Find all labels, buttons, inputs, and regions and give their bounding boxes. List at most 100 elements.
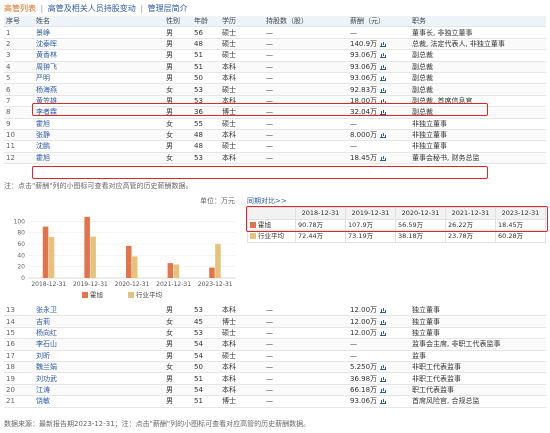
- cell-name[interactable]: 刘昕: [34, 350, 164, 362]
- salary-history-chart-icon[interactable]: [380, 41, 387, 47]
- compare-header-2020: 2020-12-31: [395, 207, 446, 220]
- cell-name[interactable]: 魏兰娟: [34, 361, 164, 374]
- cell-name[interactable]: 吉莉: [34, 315, 164, 328]
- bar-exec: [167, 263, 174, 278]
- cell-position-text: 董事长, 非独立董事: [412, 28, 473, 37]
- cell-name[interactable]: 霍旭: [34, 152, 164, 165]
- cell-name[interactable]: 李石山: [34, 338, 164, 351]
- cell-shares-text: —: [266, 142, 273, 151]
- salary-history-chart-icon[interactable]: [380, 87, 387, 93]
- bar-industry-avg: [132, 256, 138, 278]
- cell-index: 21: [4, 395, 34, 408]
- compare-cell: 72.44万: [295, 230, 346, 243]
- salary-history-chart-icon[interactable]: [380, 64, 387, 70]
- salary-history-chart-icon[interactable]: [380, 52, 387, 59]
- table-row: 14 吉莉 女 45 博士 — 12.00万 独立董事: [4, 315, 546, 328]
- cell-name[interactable]: 杨向红: [34, 327, 164, 340]
- cell-education-text: 博士: [222, 317, 236, 326]
- compare-toggle-button[interactable]: 同期对比>>: [247, 196, 287, 206]
- cell-name[interactable]: 严明: [34, 72, 164, 85]
- cell-name[interactable]: 江涛: [34, 384, 164, 397]
- cell-salary-text: 93.06万: [350, 397, 378, 406]
- salary-history-chart-icon[interactable]: [380, 98, 387, 104]
- cell-name[interactable]: 刘功武: [34, 372, 164, 385]
- cell-name[interactable]: 周翀飞: [34, 61, 164, 73]
- cell-name[interactable]: 霍旭: [34, 118, 164, 130]
- cell-name[interactable]: 杨海燕: [34, 83, 164, 96]
- cell-shares-text: —: [266, 74, 273, 83]
- cell-age: 54: [192, 384, 220, 397]
- salary-history-chart-icon[interactable]: [380, 376, 387, 382]
- tab-shareholding-changes[interactable]: 高管及相关人员持股变动: [48, 4, 136, 13]
- cell-index-text: 19: [6, 374, 15, 383]
- table-row: 16 李石山 男 54 本科 — — 监事会主席, 非职工代表监事: [4, 338, 546, 351]
- cell-education: 硕士: [220, 26, 264, 39]
- cell-salary-text: —: [350, 119, 357, 128]
- cell-age: 53: [192, 327, 220, 340]
- salary-history-chart-icon[interactable]: [380, 75, 387, 82]
- cell-shares: —: [264, 305, 348, 317]
- cell-salary-text: 12.00万: [350, 317, 378, 326]
- cell-position: 职工代表监事: [410, 384, 546, 397]
- cell-gender: 男: [164, 305, 192, 317]
- table-row: 1 景峥 男 56 硕士 — — 董事长, 非独立董事: [4, 26, 546, 39]
- cell-name[interactable]: 沈泰晖: [34, 38, 164, 51]
- cell-name[interactable]: 张静: [34, 129, 164, 142]
- cell-name[interactable]: 黄香林: [34, 49, 164, 62]
- cell-name[interactable]: 张永卫: [34, 305, 164, 317]
- cell-position: 非职工代表监事: [410, 372, 546, 385]
- cell-gender-text: 男: [166, 142, 173, 151]
- cell-shares: —: [264, 384, 348, 397]
- cell-name-text: 李者霖: [36, 108, 57, 117]
- cell-index: 10: [4, 129, 34, 142]
- cell-name[interactable]: 黄笠雄: [34, 95, 164, 108]
- salary-history-chart-icon[interactable]: [380, 319, 387, 325]
- tab-management-bio[interactable]: 管理层简介: [148, 4, 188, 13]
- cell-name-text: 沈鹏: [36, 142, 50, 151]
- cell-name[interactable]: 饶敏: [34, 395, 164, 408]
- table-row: 2 沈泰晖 男 48 硕士 — 140.9万 总裁, 法定代表人, 非独立董事: [4, 38, 546, 51]
- salary-history-chart-icon[interactable]: [380, 132, 387, 139]
- cell-index: 13: [4, 305, 34, 317]
- table-row: 21 饶敏 男 51 博士 — 93.06万 首席风险官, 合规总监: [4, 395, 546, 408]
- salary-compare-table: 2018-12-31 2019-12-31 2020-12-31 2021-12…: [247, 207, 546, 243]
- salary-history-chart-icon[interactable]: [380, 155, 387, 161]
- salary-history-chart-icon[interactable]: [380, 330, 387, 336]
- cell-name-text: 黄笠雄: [36, 96, 57, 105]
- cell-index-text: 8: [6, 108, 11, 117]
- cell-education: 硕士: [220, 49, 264, 62]
- salary-history-chart-icon[interactable]: [380, 398, 387, 405]
- cell-name[interactable]: 李者霖: [34, 106, 164, 119]
- compare-cell: 107.9万: [345, 218, 396, 231]
- cell-age: 56: [192, 26, 220, 39]
- cell-name[interactable]: 景峥: [34, 26, 164, 39]
- cell-gender-text: 女: [166, 363, 173, 372]
- salary-history-chart-icon[interactable]: [380, 387, 387, 393]
- cell-position-text: 非独立董事: [412, 131, 447, 140]
- cell-position-text: 董事会秘书, 财务总监: [412, 153, 480, 162]
- cell-age: 55: [192, 118, 220, 130]
- cell-salary: 5.250万: [348, 361, 410, 374]
- compare-cell: 26.22万: [445, 218, 496, 231]
- cell-index: 17: [4, 350, 34, 362]
- cell-gender: 男: [164, 49, 192, 62]
- cell-salary: —: [348, 338, 410, 351]
- salary-history-chart-icon[interactable]: [380, 307, 387, 314]
- cell-education-text: 硕士: [222, 351, 236, 360]
- table-row: 11 沈鹏 男 48 硕士 — — 非独立董事: [4, 140, 546, 153]
- cell-gender: 男: [164, 26, 192, 39]
- cell-salary: 18.45万: [348, 152, 410, 165]
- y-tick-label: 60: [17, 241, 25, 248]
- x-tick-label: 2019-12-31: [73, 281, 108, 288]
- salary-history-chart-icon[interactable]: [380, 109, 387, 116]
- cell-age: 48: [192, 38, 220, 51]
- cell-name[interactable]: 沈鹏: [34, 140, 164, 153]
- cell-salary: 12.00万: [348, 315, 410, 328]
- cell-name-text: 沈泰晖: [36, 39, 57, 48]
- cell-index: 14: [4, 315, 34, 328]
- legend-swatch: [82, 292, 88, 298]
- salary-history-chart-icon[interactable]: [380, 364, 387, 371]
- compare-cell: 90.78万: [295, 218, 346, 231]
- cell-gender-text: 男: [166, 351, 173, 360]
- tab-exec-list[interactable]: 高管列表: [4, 4, 36, 13]
